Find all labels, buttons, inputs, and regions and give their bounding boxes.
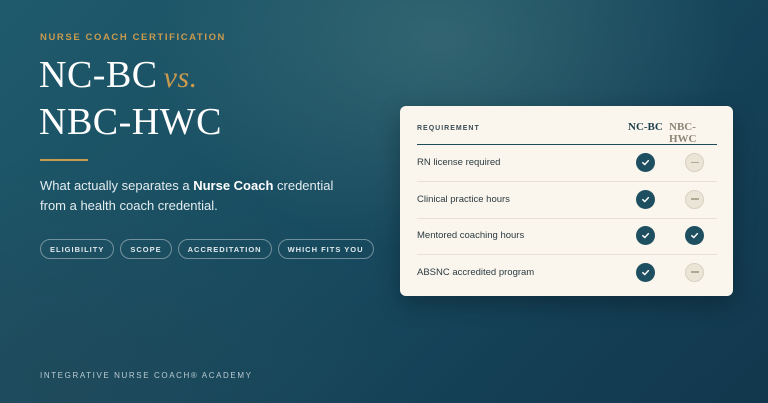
comparison-header: REQUIREMENT NC-BC NBC-HWC [417,106,717,145]
page-title: NC-BC vs. NBC-HWC [39,53,222,144]
title-nbc-hwc: NBC-HWC [39,101,222,143]
table-row: Clinical practice hours [417,182,717,219]
row-label: Mentored coaching hours [417,230,525,241]
title-vs: vs. [163,61,198,94]
nc-bc-column-header: NC-BC [628,121,663,133]
nbc-hwc-column-header: NBC-HWC [669,121,697,145]
table-row: RN license required [417,145,717,182]
accent-divider [40,159,88,161]
tag-eligibility[interactable]: ELIGIBILITY [40,239,115,259]
footer-brand: INTEGRATIVE NURSE COACH® ACADEMY [40,371,253,380]
tag-which-fits-you[interactable]: WHICH FITS YOU [277,239,374,259]
dash-icon [685,189,704,209]
subtitle-emphasis: Nurse Coach [193,178,274,193]
check-icon [636,189,655,209]
table-row: ABSNC accredited program [417,255,717,291]
table-row: Mentored coaching hours [417,218,717,255]
subtitle-prefix: What actually separates a [40,178,194,193]
check-icon [636,226,655,245]
check-icon [636,262,655,282]
check-icon [685,226,704,245]
requirement-column-header: REQUIREMENT [417,125,480,132]
check-icon [636,153,655,172]
comparison-card: REQUIREMENT NC-BC NBC-HWC RN license req… [400,106,733,296]
dash-icon [685,262,704,282]
row-label: RN license required [417,157,501,168]
row-label: Clinical practice hours [417,193,510,205]
tag-scope[interactable]: SCOPE [120,239,172,259]
title-nc-bc: NC-BC [39,54,158,96]
row-label: ABSNC accredited program [417,266,535,278]
topic-tags: ELIGIBILITY SCOPE ACCREDITATION WHICH FI… [40,239,374,259]
subtitle: What actually separates a Nurse Coach cr… [40,176,340,216]
eyebrow-label: NURSE COACH CERTIFICATION [40,32,227,43]
dash-icon [685,153,704,172]
tag-accreditation[interactable]: ACCREDITATION [177,239,272,259]
